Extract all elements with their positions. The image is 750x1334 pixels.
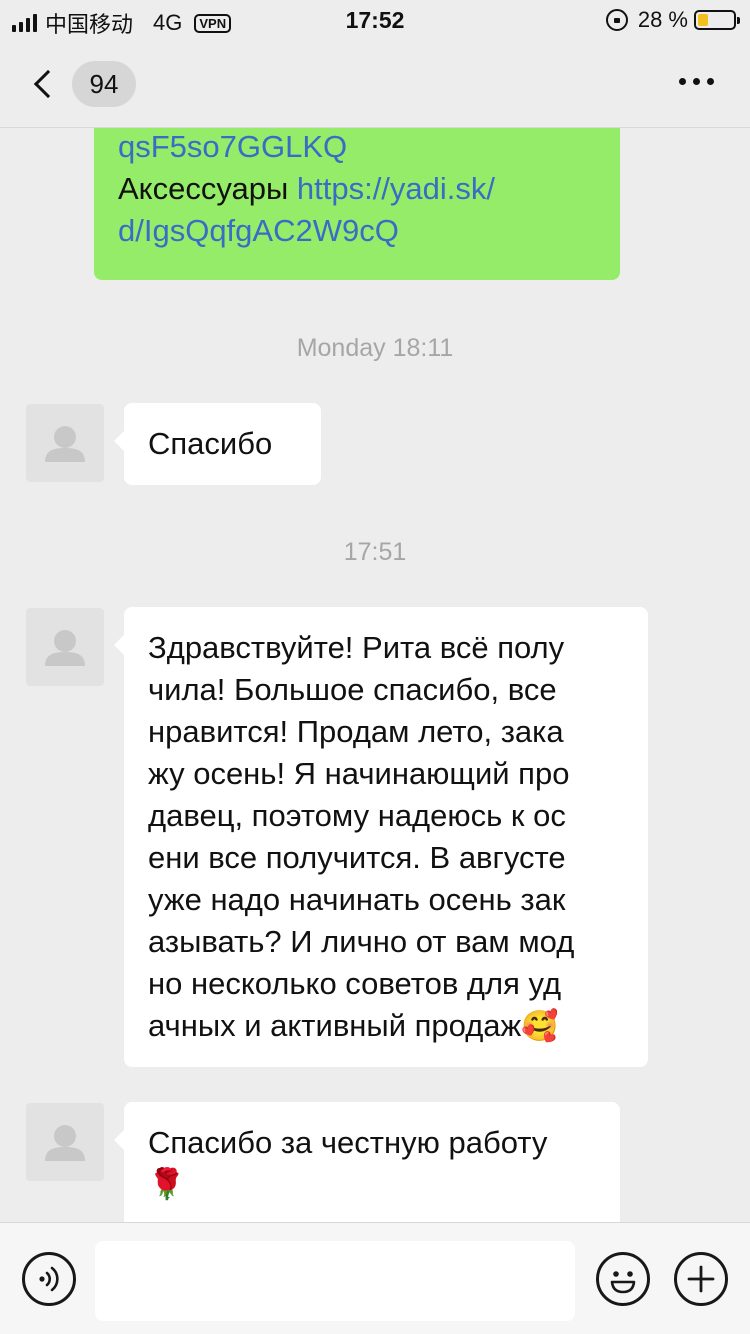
message-incoming[interactable]: Спасибо: [114, 403, 321, 485]
message-line: жу осень! Я начинающий про: [148, 756, 570, 791]
battery-fill: [698, 14, 708, 26]
message-line: уже надо начинать осень зак: [148, 882, 566, 917]
status-bar: 中国移动 4G VPN 17:52 28 %: [0, 0, 750, 40]
add-button[interactable]: [674, 1252, 728, 1306]
message-input[interactable]: [95, 1241, 575, 1321]
person-icon: [45, 1125, 85, 1161]
battery-icon: [694, 10, 740, 30]
input-bar: [0, 1222, 750, 1334]
avatar[interactable]: [26, 608, 104, 686]
rose-emoji-icon: 🌹: [148, 1167, 186, 1202]
more-icon-dot: [707, 78, 714, 85]
person-icon: [45, 426, 85, 462]
message-text: Спасибо: [148, 426, 273, 461]
smiling-hearts-emoji-icon: 🥰: [521, 1009, 559, 1044]
message-line: ени все получится. В августе: [148, 840, 566, 875]
message-line: Аксессуары https://yadi.sk/: [118, 168, 596, 210]
message-line: чила! Большое спасибо, все: [148, 672, 557, 707]
message-line: нравится! Продам лето, зака: [148, 714, 564, 749]
message-line: но несколько советов для уд: [148, 966, 562, 1001]
avatar[interactable]: [26, 1103, 104, 1181]
message-line: азывать? И лично от вам мод: [148, 924, 575, 959]
message-link-line[interactable]: qsF5so7GGLKQ: [118, 128, 596, 168]
plus-icon: [687, 1265, 715, 1293]
orientation-lock-icon: [605, 9, 628, 31]
message-text: Спасибо за честную работу: [148, 1125, 548, 1160]
chat-area[interactable]: ://yadi.sk/d/ qsF5so7GGLKQ Аксессуары ht…: [0, 128, 750, 1222]
message-outgoing[interactable]: ://yadi.sk/d/ qsF5so7GGLKQ Аксессуары ht…: [94, 128, 620, 280]
voice-button[interactable]: [22, 1252, 76, 1306]
more-icon: [679, 78, 686, 85]
message-link[interactable]: https://yadi.sk/: [297, 171, 495, 206]
message-line-text: ачных и активный продаж: [148, 1008, 522, 1043]
message-line: ачных и активный продаж🥰: [148, 1005, 624, 1048]
voice-icon: [39, 1266, 59, 1292]
unread-count-badge: 94: [72, 61, 136, 107]
battery-percent: 28 %: [637, 7, 688, 32]
status-right: 28 %: [605, 7, 740, 33]
message-incoming[interactable]: Здравствуйте! Рита всё полу чила! Большо…: [114, 607, 648, 1067]
more-icon-dot: [693, 78, 700, 85]
chevron-left-icon: [33, 69, 63, 99]
message-line: давец, поэтому надеюсь к ос: [148, 798, 566, 833]
back-button[interactable]: 94: [28, 58, 138, 110]
message-line: Здравствуйте! Рита всё полу: [148, 630, 565, 665]
message-label: Аксессуары: [118, 171, 289, 206]
emoji-icon: [610, 1271, 636, 1294]
avatar[interactable]: [26, 404, 104, 482]
message-incoming[interactable]: Спасибо за честную работу 🌹: [114, 1102, 620, 1222]
more-button[interactable]: [679, 78, 714, 85]
nav-bar: 94: [0, 40, 750, 128]
timestamp: 17:51: [343, 538, 407, 566]
emoji-button[interactable]: [596, 1252, 650, 1306]
message-link-line[interactable]: d/IgsQqfgAC2W9cQ: [118, 210, 596, 252]
timestamp: Monday 18:11: [296, 334, 454, 362]
person-icon: [45, 630, 85, 666]
